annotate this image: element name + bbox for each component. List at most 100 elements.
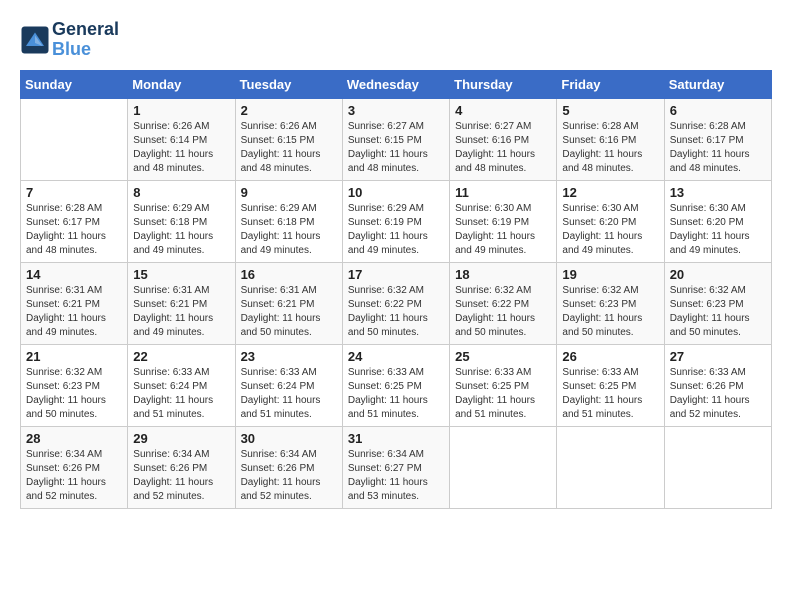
day-number: 31 (348, 431, 444, 446)
calendar-cell: 22Sunrise: 6:33 AM Sunset: 6:24 PM Dayli… (128, 344, 235, 426)
day-info: Sunrise: 6:26 AM Sunset: 6:15 PM Dayligh… (241, 120, 337, 176)
calendar-week-5: 28 Sunrise: 6:34 AM Sunset: 6:26 PM Dayli… (21, 426, 772, 508)
calendar-cell: 11 Sunrise: 6:30 AM Sunset: 6:19 PM Dayli… (450, 180, 557, 262)
day-info: Sunrise: 6:32 AM Sunset: 6:23 PM Dayligh… (670, 284, 766, 340)
day-info: Sunrise: 6:30 AM Sunset: 6:20 PM Dayligh… (562, 202, 658, 258)
day-header-sunday: Sunday (21, 70, 128, 98)
day-info: Sunrise: 6:32 AM Sunset: 6:23 PM Dayligh… (562, 284, 658, 340)
logo: General Blue (20, 20, 119, 60)
day-number: 27 (670, 349, 766, 364)
day-number: 26 (562, 349, 658, 364)
calendar-cell: 14 Sunrise: 6:31 AM Sunset: 6:21 PM Dayli… (21, 262, 128, 344)
day-number: 11 (455, 185, 551, 200)
day-info: Sunrise: 6:31 AM Sunset: 6:21 PM Dayligh… (26, 284, 122, 340)
calendar-cell: 6 Sunrise: 6:28 AM Sunset: 6:17 PM Daylig… (664, 98, 771, 180)
page-header: General Blue (20, 20, 772, 60)
day-number: 16 (241, 267, 337, 282)
day-info: Sunrise: 6:29 AM Sunset: 6:18 PM Dayligh… (241, 202, 337, 258)
day-header-friday: Friday (557, 70, 664, 98)
calendar-cell: 31Sunrise: 6:34 AM Sunset: 6:27 PM Dayli… (342, 426, 449, 508)
day-info: Sunrise: 6:30 AM Sunset: 6:20 PM Dayligh… (670, 202, 766, 258)
day-info: Sunrise: 6:28 AM Sunset: 6:17 PM Dayligh… (670, 120, 766, 176)
day-number: 17 (348, 267, 444, 282)
day-number: 22 (133, 349, 229, 364)
day-header-saturday: Saturday (664, 70, 771, 98)
calendar-cell (21, 98, 128, 180)
calendar-week-1: 1 Sunrise: 6:26 AM Sunset: 6:14 PM Daylig… (21, 98, 772, 180)
calendar-cell: 1 Sunrise: 6:26 AM Sunset: 6:14 PM Daylig… (128, 98, 235, 180)
calendar-cell: 2 Sunrise: 6:26 AM Sunset: 6:15 PM Daylig… (235, 98, 342, 180)
calendar-cell: 4 Sunrise: 6:27 AM Sunset: 6:16 PM Daylig… (450, 98, 557, 180)
calendar-week-4: 21 Sunrise: 6:32 AM Sunset: 6:23 PM Dayli… (21, 344, 772, 426)
day-header-wednesday: Wednesday (342, 70, 449, 98)
day-number: 23 (241, 349, 337, 364)
calendar-cell: 19 Sunrise: 6:32 AM Sunset: 6:23 PM Dayli… (557, 262, 664, 344)
day-info: Sunrise: 6:32 AM Sunset: 6:22 PM Dayligh… (455, 284, 551, 340)
calendar-cell: 3 Sunrise: 6:27 AM Sunset: 6:15 PM Daylig… (342, 98, 449, 180)
calendar-cell: 17 Sunrise: 6:32 AM Sunset: 6:22 PM Dayli… (342, 262, 449, 344)
day-info: Sunrise: 6:34 AM Sunset: 6:26 PM Dayligh… (26, 448, 122, 504)
calendar-cell: 13Sunrise: 6:30 AM Sunset: 6:20 PM Dayli… (664, 180, 771, 262)
day-number: 4 (455, 103, 551, 118)
calendar-cell: 18 Sunrise: 6:32 AM Sunset: 6:22 PM Dayli… (450, 262, 557, 344)
day-info: Sunrise: 6:33 AM Sunset: 6:25 PM Dayligh… (562, 366, 658, 422)
calendar-cell: 15 Sunrise: 6:31 AM Sunset: 6:21 PM Dayli… (128, 262, 235, 344)
calendar-cell (557, 426, 664, 508)
day-number: 30 (241, 431, 337, 446)
day-info: Sunrise: 6:26 AM Sunset: 6:14 PM Dayligh… (133, 120, 229, 176)
day-number: 5 (562, 103, 658, 118)
calendar-cell (450, 426, 557, 508)
day-info: Sunrise: 6:27 AM Sunset: 6:16 PM Dayligh… (455, 120, 551, 176)
day-number: 18 (455, 267, 551, 282)
day-number: 9 (241, 185, 337, 200)
day-number: 25 (455, 349, 551, 364)
day-number: 7 (26, 185, 122, 200)
day-info: Sunrise: 6:32 AM Sunset: 6:22 PM Dayligh… (348, 284, 444, 340)
calendar-cell: 16 Sunrise: 6:31 AM Sunset: 6:21 PM Dayli… (235, 262, 342, 344)
day-number: 15 (133, 267, 229, 282)
day-info: Sunrise: 6:33 AM Sunset: 6:24 PM Dayligh… (241, 366, 337, 422)
day-number: 21 (26, 349, 122, 364)
logo-text: General Blue (52, 20, 119, 60)
day-info: Sunrise: 6:34 AM Sunset: 6:26 PM Dayligh… (133, 448, 229, 504)
calendar-cell: 9 Sunrise: 6:29 AM Sunset: 6:18 PM Daylig… (235, 180, 342, 262)
day-header-tuesday: Tuesday (235, 70, 342, 98)
day-number: 28 (26, 431, 122, 446)
day-info: Sunrise: 6:30 AM Sunset: 6:19 PM Dayligh… (455, 202, 551, 258)
day-info: Sunrise: 6:31 AM Sunset: 6:21 PM Dayligh… (133, 284, 229, 340)
day-number: 3 (348, 103, 444, 118)
calendar-cell: 5Sunrise: 6:28 AM Sunset: 6:16 PM Daylig… (557, 98, 664, 180)
day-info: Sunrise: 6:33 AM Sunset: 6:26 PM Dayligh… (670, 366, 766, 422)
day-number: 24 (348, 349, 444, 364)
day-number: 2 (241, 103, 337, 118)
day-header-monday: Monday (128, 70, 235, 98)
calendar-cell: 23 Sunrise: 6:33 AM Sunset: 6:24 PM Dayli… (235, 344, 342, 426)
day-number: 19 (562, 267, 658, 282)
calendar-cell: 27 Sunrise: 6:33 AM Sunset: 6:26 PM Dayli… (664, 344, 771, 426)
calendar-cell (664, 426, 771, 508)
day-info: Sunrise: 6:29 AM Sunset: 6:18 PM Dayligh… (133, 202, 229, 258)
calendar-week-3: 14 Sunrise: 6:31 AM Sunset: 6:21 PM Dayli… (21, 262, 772, 344)
calendar-cell: 28 Sunrise: 6:34 AM Sunset: 6:26 PM Dayli… (21, 426, 128, 508)
day-number: 14 (26, 267, 122, 282)
day-number: 1 (133, 103, 229, 118)
day-info: Sunrise: 6:32 AM Sunset: 6:23 PM Dayligh… (26, 366, 122, 422)
day-info: Sunrise: 6:33 AM Sunset: 6:25 PM Dayligh… (455, 366, 551, 422)
calendar-cell: 21 Sunrise: 6:32 AM Sunset: 6:23 PM Dayli… (21, 344, 128, 426)
day-info: Sunrise: 6:28 AM Sunset: 6:17 PM Dayligh… (26, 202, 122, 258)
day-info: Sunrise: 6:34 AM Sunset: 6:26 PM Dayligh… (241, 448, 337, 504)
day-number: 10 (348, 185, 444, 200)
day-number: 29 (133, 431, 229, 446)
calendar-week-2: 7 Sunrise: 6:28 AM Sunset: 6:17 PM Daylig… (21, 180, 772, 262)
day-number: 6 (670, 103, 766, 118)
day-header-thursday: Thursday (450, 70, 557, 98)
calendar-cell: 12Sunrise: 6:30 AM Sunset: 6:20 PM Dayli… (557, 180, 664, 262)
day-info: Sunrise: 6:27 AM Sunset: 6:15 PM Dayligh… (348, 120, 444, 176)
calendar-cell: 29 Sunrise: 6:34 AM Sunset: 6:26 PM Dayli… (128, 426, 235, 508)
calendar-header-row: SundayMondayTuesdayWednesdayThursdayFrid… (21, 70, 772, 98)
calendar-cell: 20Sunrise: 6:32 AM Sunset: 6:23 PM Dayli… (664, 262, 771, 344)
calendar-cell: 10Sunrise: 6:29 AM Sunset: 6:19 PM Dayli… (342, 180, 449, 262)
day-number: 8 (133, 185, 229, 200)
day-info: Sunrise: 6:31 AM Sunset: 6:21 PM Dayligh… (241, 284, 337, 340)
day-info: Sunrise: 6:33 AM Sunset: 6:25 PM Dayligh… (348, 366, 444, 422)
